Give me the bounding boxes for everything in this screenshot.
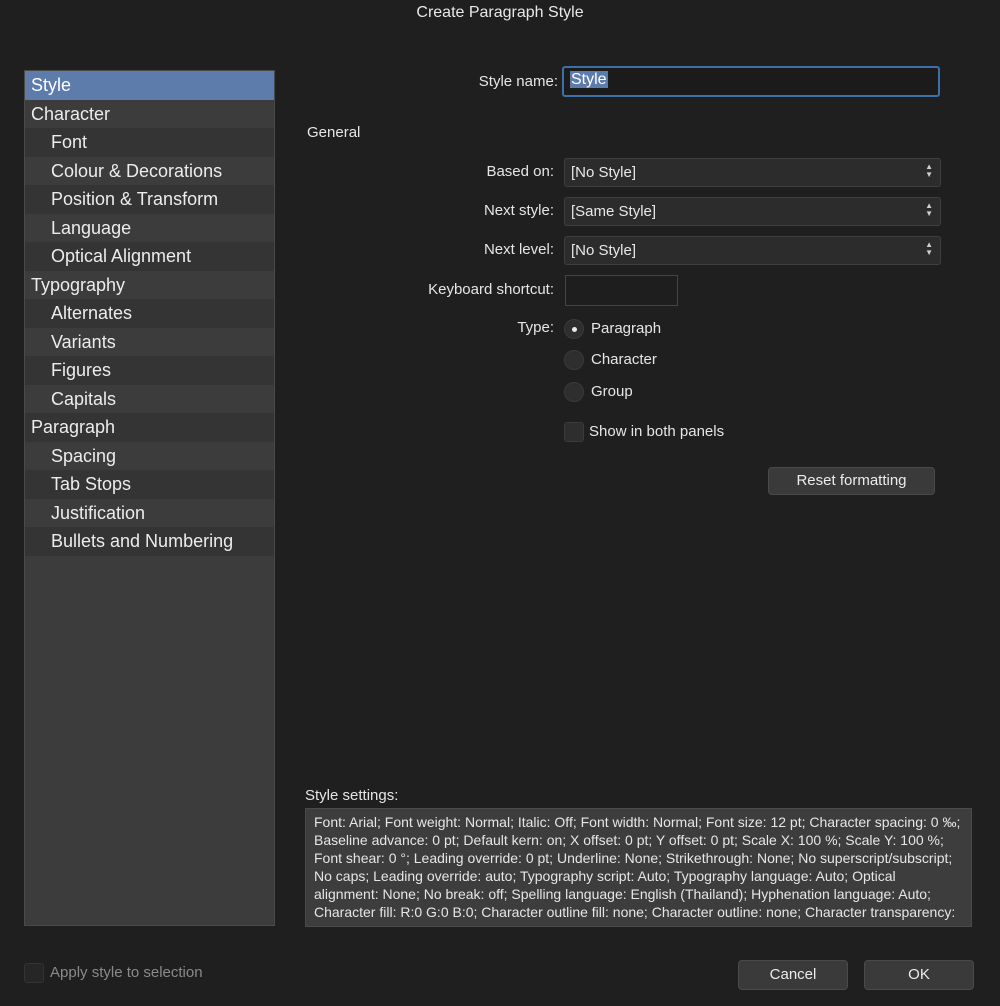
sidebar-item-style[interactable]: Style bbox=[25, 71, 274, 100]
sidebar-item-figures[interactable]: Figures bbox=[25, 356, 274, 385]
stepper-arrows-icon: ▲ ▼ bbox=[925, 201, 933, 218]
style-name-label: Style name: bbox=[478, 73, 558, 90]
sidebar-item-bullets-numbering[interactable]: Bullets and Numbering bbox=[25, 527, 274, 556]
sidebar-item-language[interactable]: Language bbox=[25, 214, 274, 243]
sidebar: Style Character Font Colour & Decoration… bbox=[24, 70, 275, 926]
keyboard-shortcut-label: Keyboard shortcut: bbox=[428, 281, 554, 298]
based-on-select[interactable]: [No Style] ▲ ▼ bbox=[564, 158, 941, 187]
dialog-title: Create Paragraph Style bbox=[416, 4, 584, 21]
sidebar-item-justification[interactable]: Justification bbox=[25, 499, 274, 528]
type-group-radio[interactable] bbox=[564, 382, 584, 402]
section-general-heading: General bbox=[307, 124, 361, 141]
apply-style-label[interactable]: Apply style to selection bbox=[50, 964, 203, 981]
sidebar-item-typography[interactable]: Typography bbox=[25, 271, 274, 300]
next-style-label: Next style: bbox=[483, 202, 554, 219]
sidebar-item-paragraph[interactable]: Paragraph bbox=[25, 413, 274, 442]
show-both-panels-checkbox[interactable] bbox=[564, 422, 584, 442]
sidebar-item-character[interactable]: Character bbox=[25, 100, 274, 129]
type-label: Type: bbox=[517, 319, 554, 336]
keyboard-shortcut-field[interactable] bbox=[565, 275, 678, 306]
style-name-input[interactable]: Style bbox=[562, 66, 940, 97]
style-settings-text: Font: Arial; Font weight: Normal; Italic… bbox=[305, 808, 972, 927]
next-style-select[interactable]: [Same Style] ▲ ▼ bbox=[564, 197, 941, 226]
cancel-button[interactable]: Cancel bbox=[738, 960, 848, 990]
sidebar-item-position-transform[interactable]: Position & Transform bbox=[25, 185, 274, 214]
sidebar-item-alternates[interactable]: Alternates bbox=[25, 299, 274, 328]
show-both-panels-label[interactable]: Show in both panels bbox=[589, 423, 724, 440]
style-name-value: Style bbox=[570, 71, 608, 88]
radio-selected-dot-icon bbox=[572, 327, 577, 332]
sidebar-item-font[interactable]: Font bbox=[25, 128, 274, 157]
sidebar-item-spacing[interactable]: Spacing bbox=[25, 442, 274, 471]
type-paragraph-label[interactable]: Paragraph bbox=[591, 320, 661, 337]
style-settings-label: Style settings: bbox=[305, 787, 399, 804]
next-style-value: [Same Style] bbox=[571, 203, 657, 220]
reset-formatting-button[interactable]: Reset formatting bbox=[768, 467, 935, 495]
type-paragraph-radio[interactable] bbox=[564, 319, 584, 339]
type-group-label[interactable]: Group bbox=[591, 383, 633, 400]
next-level-select[interactable]: [No Style] ▲ ▼ bbox=[564, 236, 941, 265]
sidebar-item-capitals[interactable]: Capitals bbox=[25, 385, 274, 414]
stepper-arrows-icon: ▲ ▼ bbox=[925, 162, 933, 179]
next-level-label: Next level: bbox=[483, 241, 554, 258]
sidebar-item-variants[interactable]: Variants bbox=[25, 328, 274, 357]
sidebar-item-optical-alignment[interactable]: Optical Alignment bbox=[25, 242, 274, 271]
based-on-label: Based on: bbox=[486, 163, 554, 180]
type-character-label[interactable]: Character bbox=[591, 351, 657, 368]
next-level-value: [No Style] bbox=[571, 242, 637, 259]
stepper-arrows-icon: ▲ ▼ bbox=[925, 240, 933, 257]
type-character-radio[interactable] bbox=[564, 350, 584, 370]
sidebar-item-colour-decorations[interactable]: Colour & Decorations bbox=[25, 157, 274, 186]
apply-style-checkbox[interactable] bbox=[24, 963, 44, 983]
based-on-value: [No Style] bbox=[571, 164, 637, 181]
ok-button[interactable]: OK bbox=[864, 960, 974, 990]
sidebar-item-tab-stops[interactable]: Tab Stops bbox=[25, 470, 274, 499]
